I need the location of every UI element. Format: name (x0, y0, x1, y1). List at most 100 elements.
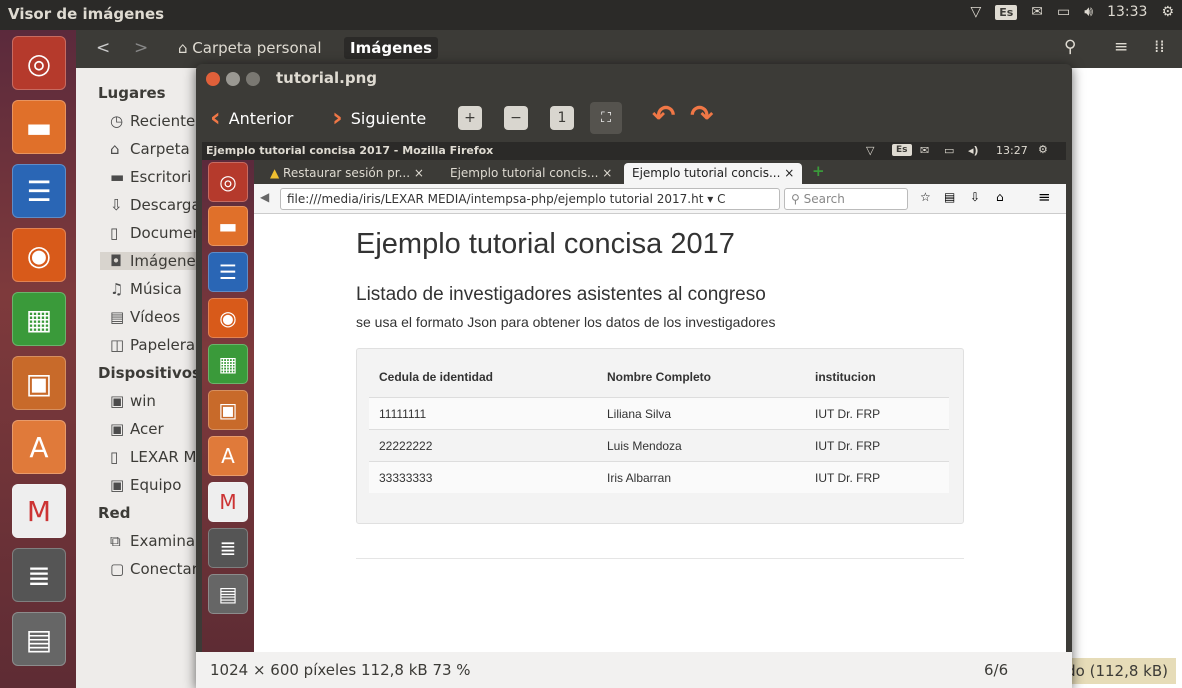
search-icon[interactable]: ⚲ (1064, 37, 1076, 57)
sidebar-item-music[interactable]: ♫ Música (110, 280, 182, 298)
rotate-left-icon[interactable]: ↶ (652, 102, 675, 130)
zoom-out-icon[interactable]: − (504, 106, 528, 130)
previous-button[interactable]: ‹ Anterior (210, 102, 293, 134)
battery-icon[interactable]: ▭ (1057, 4, 1070, 20)
page-heading: Ejemplo tutorial concisa 2017 (356, 228, 735, 260)
close-window-button[interactable] (206, 72, 220, 86)
sidebar-item-home[interactable]: ⌂ Carpeta (110, 140, 190, 158)
inner-web-page: Ejemplo tutorial concisa 2017 Listado de… (254, 214, 1066, 652)
stacked-apps-icon[interactable]: ≣ (12, 548, 66, 602)
sidebar-item-connect-server[interactable]: ▢ Conectar (110, 560, 198, 578)
software-center-icon[interactable]: A (12, 420, 66, 474)
grid-view-icon[interactable]: ⁞⁞ (1154, 37, 1165, 57)
sidebar-item-trash[interactable]: ◫ Papelera (110, 336, 195, 354)
table-cell: Liliana Silva (607, 407, 672, 421)
inner-tab-active: Ejemplo tutorial concis... × (624, 163, 803, 184)
folder-icon: ▬ (110, 168, 125, 186)
table-row: 22222222 Luis Mendoza IUT Dr. FRP (369, 429, 949, 461)
network-icon: ⧉ (110, 532, 121, 550)
table-cell: IUT Dr. FRP (815, 407, 881, 421)
inner-stacked-apps-icon: ≣ (208, 528, 248, 568)
sidebar-item-desktop[interactable]: ▬ Escritori (110, 168, 191, 186)
inner-battery-icon: ▭ (944, 144, 955, 157)
sidebar-item-browse-network[interactable]: ⧉ Examina (110, 532, 195, 550)
gmail-icon[interactable]: M (12, 484, 66, 538)
inner-writer-icon: ☰ (208, 252, 248, 292)
clock-icon: ◷ (110, 112, 124, 130)
zoom-in-icon[interactable]: + (458, 106, 482, 130)
sidebar-item-videos[interactable]: ▤ Vídeos (110, 308, 180, 326)
film-icon: ▤ (110, 308, 125, 326)
table-cell: 33333333 (379, 471, 433, 485)
table-row: 33333333 Iris Albarran IUT Dr. FRP (369, 461, 949, 493)
usb-icon: ▯ (110, 448, 119, 466)
maximize-window-button[interactable] (246, 72, 260, 86)
mail-icon[interactable]: ✉ (1031, 4, 1043, 20)
writer-icon[interactable]: ☰ (12, 164, 66, 218)
clock[interactable]: 13:33 (1107, 4, 1147, 20)
page-description: se usa el formato Json para obtener los … (356, 314, 776, 330)
back-button[interactable]: < (96, 38, 110, 58)
sidebar-item-acer[interactable]: ▣ Acer (110, 420, 164, 438)
inner-gear-icon: ⚙ (1038, 143, 1048, 156)
sidebar-item-win[interactable]: ▣ win (110, 392, 156, 410)
forward-button[interactable]: > (134, 38, 148, 58)
server-icon: ▢ (110, 560, 125, 578)
table-header-row: Cedula de identidad Nombre Completo inst… (369, 361, 949, 393)
top-panel: Visor de imágenes ▽ Es ✉ ▭ 🔊︎ 13:33 ⚙ (0, 0, 1182, 30)
image-viewer-window: tutorial.png ‹ Anterior › Siguiente + − … (196, 64, 1072, 688)
image-canvas: Ejemplo tutorial concisa 2017 - Mozilla … (202, 142, 1066, 652)
sidebar-item-pictures[interactable]: ◘ Imágene (100, 252, 204, 270)
inner-impress-icon: ▣ (208, 390, 248, 430)
volume-icon[interactable]: 🔊︎ (1084, 4, 1093, 20)
table-cell: Iris Albarran (607, 471, 672, 485)
workspace-icon[interactable]: ▤ (12, 612, 66, 666)
table-header-cell: institucion (815, 370, 876, 384)
keyboard-layout-indicator[interactable]: Es (995, 4, 1018, 20)
table-cell: Luis Mendoza (607, 439, 682, 453)
zoom-normal-icon[interactable]: 1 (550, 106, 574, 130)
trash-icon: ◫ (110, 336, 125, 354)
minimize-window-button[interactable] (226, 72, 240, 86)
page-subheading: Listado de investigadores asistentes al … (356, 284, 766, 305)
next-button[interactable]: › Siguiente (332, 102, 426, 134)
inner-workspace-icon: ▤ (208, 574, 248, 614)
inner-back-icon: ◀ (260, 190, 270, 204)
inner-bookmark-star-icon: ☆ (920, 190, 931, 204)
places-header: Lugares (98, 84, 166, 102)
breadcrumb-current[interactable]: Imágenes (344, 37, 439, 59)
calc-icon[interactable]: ▦ (12, 292, 66, 346)
menu-icon[interactable]: ≡ (1114, 37, 1128, 57)
chevron-right-icon: › (332, 103, 343, 133)
page-divider (356, 558, 964, 559)
inner-url-field: file:///media/iris/LEXAR MEDIA/intempsa-… (280, 188, 780, 210)
inner-url-text: file:///media/iris/LEXAR MEDIA/intempsa-… (287, 192, 704, 206)
firefox-icon[interactable]: ◉ (12, 228, 66, 282)
image-info: 1024 × 600 píxeles 112,8 kB 73 % (210, 661, 471, 679)
file-manager-sidebar: Lugares ◷ Reciente ⌂ Carpeta ▬ Escritori ⇩ D… (76, 68, 204, 688)
dash-home-icon[interactable]: ◎ (12, 36, 66, 90)
inner-firefox-window: ▲ Restaurar sesión pr... × Ejemplo tutor… (254, 160, 1066, 652)
file-manager-toolbar: < > ⌂ Carpeta personal Imágenes ⚲ ≡ ⁞⁞ (76, 30, 1182, 68)
best-fit-icon[interactable]: ⛶ (590, 102, 622, 134)
inner-navigation-bar: ◀ file:///media/iris/LEXAR MEDIA/intemps… (254, 184, 1066, 214)
files-icon[interactable]: ▬ (12, 100, 66, 154)
inner-mail-icon: ✉ (920, 144, 930, 157)
sidebar-item-recent[interactable]: ◷ Reciente (110, 112, 195, 130)
music-icon: ♫ (110, 280, 124, 298)
breadcrumb-home[interactable]: ⌂ Carpeta personal (178, 39, 322, 57)
drive-icon: ▣ (110, 420, 125, 438)
wifi-icon[interactable]: ▽ (970, 4, 981, 20)
app-title: Visor de imágenes (8, 5, 165, 23)
sidebar-item-usb[interactable]: ▯ LEXAR M (110, 448, 197, 466)
settings-gear-icon[interactable]: ⚙ (1161, 4, 1174, 20)
sidebar-item-documents[interactable]: ▯ Documen (110, 224, 202, 242)
sidebar-item-downloads[interactable]: ⇩ Descarga (110, 196, 201, 214)
rotate-right-icon[interactable]: ↷ (690, 102, 713, 130)
sidebar-item-computer[interactable]: ▣ Equipo (110, 476, 181, 494)
inner-files-icon: ▬ (208, 206, 248, 246)
home-icon: ⌂ (110, 140, 120, 158)
inner-launcher: ◎ ▬ ☰ ◉ ▦ ▣ A M ≣ ▤ (202, 160, 254, 652)
inner-search-field: ⚲ Search (784, 188, 908, 210)
impress-icon[interactable]: ▣ (12, 356, 66, 410)
